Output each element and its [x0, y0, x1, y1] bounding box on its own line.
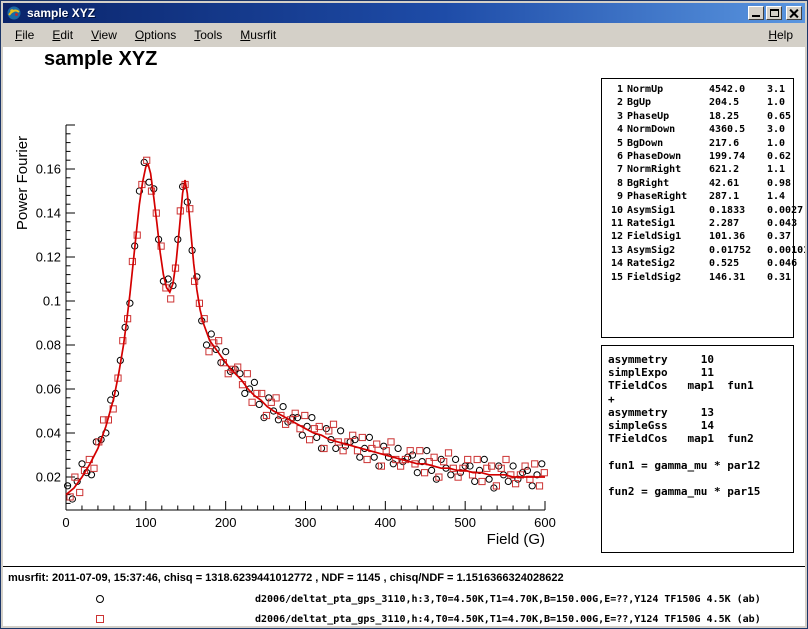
close-button[interactable] — [786, 6, 802, 20]
theory-line — [608, 445, 793, 458]
parameter-row: 7NormRight621.21.1 — [607, 163, 793, 176]
theory-line: fun1 = gamma_mu * par12 — [608, 459, 793, 472]
svg-text:300: 300 — [295, 515, 317, 530]
y-axis: 0.02 0.04 0.06 0.08 0.1 0.12 0.14 0.16 Power Fou… — [14, 125, 75, 510]
x-axis: 0 100 200 300 400 500 600Field (G) — [62, 501, 555, 548]
parameter-row: 1NormUp4542.03.1 — [607, 83, 793, 96]
svg-text:500: 500 — [454, 515, 476, 530]
minimize-button[interactable] — [748, 6, 764, 20]
legend: d2006/deltat_pta_gps_3110,h:3,T0=4.50K,T… — [3, 589, 805, 626]
parameter-row: 4NormDown4360.53.0 — [607, 123, 793, 136]
svg-text:400: 400 — [374, 515, 396, 530]
theory-line: TFieldCos map1 fun1 — [608, 379, 793, 392]
parameter-row: 9PhaseRight287.11.4 — [607, 190, 793, 203]
theory-line: + — [608, 393, 793, 406]
fit-status-line: musrfit: 2011-07-09, 15:37:46, chisq = 1… — [8, 572, 564, 584]
svg-text:0.1: 0.1 — [43, 294, 61, 309]
theory-line: fun2 = gamma_mu * par15 — [608, 485, 793, 498]
titlebar[interactable]: sample XYZ — [3, 3, 805, 23]
legend-row: d2006/deltat_pta_gps_3110,h:4,T0=4.50K,T… — [3, 609, 805, 626]
theory-box: asymmetry 10simplExpo 11TFieldCos map1 f… — [601, 345, 794, 553]
theory-line: simplExpo 11 — [608, 366, 793, 379]
menu-left-group: FileEditViewOptionsToolsMusrfit — [6, 23, 285, 47]
theory-line: asymmetry 13 — [608, 406, 793, 419]
menu-tools[interactable]: Tools — [185, 24, 231, 46]
parameter-row: 15FieldSig2146.310.31 — [607, 271, 793, 284]
svg-text:0.04: 0.04 — [36, 426, 61, 441]
svg-text:0.14: 0.14 — [36, 206, 61, 221]
maximize-button[interactable] — [766, 6, 782, 20]
menubar: FileEditViewOptionsToolsMusrfit Help — [3, 23, 805, 47]
menu-right-group: Help — [759, 23, 802, 47]
menu-help[interactable]: Help — [759, 24, 802, 46]
menu-options[interactable]: Options — [126, 24, 185, 46]
app-icon — [6, 5, 22, 21]
svg-text:0.16: 0.16 — [36, 162, 61, 177]
svg-text:600: 600 — [534, 515, 556, 530]
info-pane: musrfit: 2011-07-09, 15:37:46, chisq = 1… — [3, 566, 805, 626]
minimize-icon — [752, 15, 760, 17]
app-window: sample XYZ FileEditViewOptionsToolsMusrf… — [0, 0, 808, 629]
parameter-row: 3PhaseUp18.250.65 — [607, 110, 793, 123]
legend-label: d2006/deltat_pta_gps_3110,h:3,T0=4.50K,T… — [255, 594, 761, 605]
menu-musrfit[interactable]: Musrfit — [231, 24, 285, 46]
parameter-row: 14RateSig20.5250.046 — [607, 257, 793, 270]
menu-view[interactable]: View — [82, 24, 126, 46]
menu-edit[interactable]: Edit — [43, 24, 82, 46]
parameter-box: 1NormUp4542.03.12BgUp204.51.03PhaseUp18.… — [601, 78, 794, 338]
fit-curve — [66, 165, 545, 495]
fourier-plot: 0 100 200 300 400 500 600Field (G) 0.02 0.04 0.06… — [3, 47, 603, 559]
svg-text:0.08: 0.08 — [36, 338, 61, 353]
parameter-row: 6PhaseDown199.740.62 — [607, 150, 793, 163]
parameter-row: 8BgRight42.610.98 — [607, 177, 793, 190]
legend-row: d2006/deltat_pta_gps_3110,h:3,T0=4.50K,T… — [3, 589, 805, 609]
theory-line: asymmetry 10 — [608, 353, 793, 366]
svg-text:100: 100 — [135, 515, 157, 530]
theory-line — [608, 472, 793, 485]
parameter-row: 5BgDown217.61.0 — [607, 137, 793, 150]
svg-text:Field (G): Field (G) — [487, 531, 545, 548]
theory-line: TFieldCos map1 fun2 — [608, 432, 793, 445]
parameter-row: 12FieldSig1101.360.37 — [607, 230, 793, 243]
parameter-row: 10AsymSig10.18330.0027 — [607, 204, 793, 217]
svg-text:0.02: 0.02 — [36, 470, 61, 485]
theory-line: simpleGss 14 — [608, 419, 793, 432]
square-marker-icon — [96, 615, 104, 623]
parameter-row: 2BgUp204.51.0 — [607, 96, 793, 109]
svg-text:Power Fourier: Power Fourier — [14, 136, 31, 230]
root-canvas[interactable]: sample XYZ 0100200300400500600Field (G)0… — [3, 47, 805, 626]
maximize-icon — [770, 9, 779, 17]
series-h3-circles — [65, 159, 545, 502]
legend-label: d2006/deltat_pta_gps_3110,h:4,T0=4.50K,T… — [255, 614, 761, 625]
circle-marker-icon — [96, 595, 104, 603]
svg-text:0: 0 — [62, 515, 69, 530]
svg-text:0.12: 0.12 — [36, 250, 61, 265]
menu-file[interactable]: File — [6, 24, 43, 46]
window-title: sample XYZ — [27, 6, 748, 20]
close-icon — [789, 9, 799, 18]
window-controls — [748, 6, 802, 20]
parameter-row: 11RateSig12.2870.043 — [607, 217, 793, 230]
parameter-row: 13AsymSig20.017520.00101 — [607, 244, 793, 257]
svg-text:0.06: 0.06 — [36, 382, 61, 397]
svg-text:200: 200 — [215, 515, 237, 530]
